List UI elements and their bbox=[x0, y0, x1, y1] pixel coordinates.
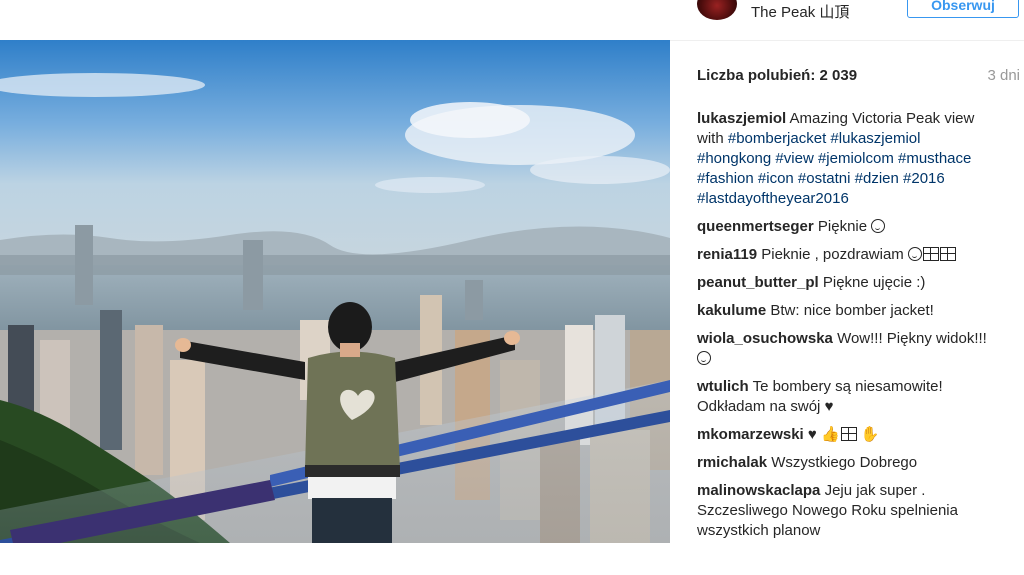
location-link[interactable]: The Peak 山頂 bbox=[751, 1, 849, 22]
post-sidebar: The Peak 山頂 Obserwuj Liczba polubień: 2 … bbox=[670, 0, 1024, 575]
unsupported-emoji-icon bbox=[939, 247, 956, 261]
victoria-peak-image bbox=[0, 40, 670, 543]
caption-username[interactable]: lukaszjemiol bbox=[697, 110, 786, 127]
comment-username[interactable]: renia119 bbox=[697, 246, 757, 263]
comment-text: Wow!!! Piękny widok!!! bbox=[837, 330, 987, 347]
comment: renia119 Pieknie , pozdrawiam bbox=[697, 245, 997, 265]
post-photo[interactable] bbox=[0, 40, 670, 543]
hashtag[interactable]: #jemiolcom bbox=[818, 150, 894, 167]
hashtag[interactable]: #dzien bbox=[855, 170, 899, 187]
comment-username[interactable]: kakulume bbox=[697, 302, 766, 319]
comment: peanut_butter_pl Piękne ujęcie :) bbox=[697, 273, 997, 293]
hashtag[interactable]: #lastdayoftheyear2016 bbox=[697, 190, 849, 207]
post-timestamp[interactable]: 3 dni bbox=[987, 67, 1020, 84]
unsupported-emoji-icon bbox=[840, 427, 857, 441]
hashtag[interactable]: #lukaszjemiol bbox=[830, 130, 920, 147]
comment-text: Wszystkiego Dobrego bbox=[771, 454, 918, 471]
hashtag[interactable]: #icon bbox=[758, 170, 794, 187]
comment-username[interactable]: wiola_osuchowska bbox=[697, 330, 833, 347]
comment-username[interactable]: peanut_butter_pl bbox=[697, 274, 819, 291]
hashtag[interactable]: #2016 bbox=[903, 170, 945, 187]
comment: kakulume Btw: nice bomber jacket! bbox=[697, 301, 997, 321]
comment-username[interactable]: queenmertseger bbox=[697, 218, 814, 235]
comment-text: Btw: nice bomber jacket! bbox=[770, 302, 934, 319]
raised-hand-icon: ✋ bbox=[860, 426, 880, 443]
hashtag[interactable]: #bomberjacket bbox=[728, 130, 826, 147]
smiley-icon bbox=[871, 219, 886, 233]
comment: wiola_osuchowska Wow!!! Piękny widok!!! bbox=[697, 329, 997, 369]
comment: mkomarzewski ♥ 👍 ✋ bbox=[697, 425, 997, 445]
comment-username[interactable]: rmichalak bbox=[697, 454, 767, 471]
comment-text: Pieknie , pozdrawiam bbox=[761, 246, 904, 263]
divider bbox=[670, 40, 1024, 41]
heart-icon: ♥ bbox=[824, 398, 834, 415]
likes-count[interactable]: Liczba polubień: 2 039 bbox=[697, 67, 857, 84]
hashtag[interactable]: #hongkong bbox=[697, 150, 771, 167]
smiley-icon bbox=[697, 351, 711, 365]
follow-button[interactable]: Obserwuj bbox=[907, 0, 1019, 18]
hashtag[interactable]: #musthace bbox=[898, 150, 971, 167]
comment-username[interactable]: wtulich bbox=[697, 378, 749, 395]
comment-text: Pięknie bbox=[817, 218, 868, 235]
caption: lukaszjemiol Amazing Victoria Peak view … bbox=[697, 109, 997, 209]
unsupported-emoji-icon bbox=[922, 247, 939, 261]
post-header: The Peak 山頂 Obserwuj bbox=[670, 0, 1024, 22]
heart-icon: ♥ bbox=[807, 426, 817, 443]
avatar[interactable] bbox=[697, 0, 737, 20]
hashtag[interactable]: #view bbox=[775, 150, 813, 167]
comments-list: lukaszjemiol Amazing Victoria Peak view … bbox=[697, 109, 997, 549]
smiley-icon bbox=[907, 247, 922, 261]
comment-text: Piękne ujęcie :) bbox=[822, 274, 926, 291]
hashtag[interactable]: #fashion bbox=[697, 170, 754, 187]
comment: queenmertseger Pięknie bbox=[697, 217, 997, 237]
comment: wtulich Te bombery są niesamowite! Odkła… bbox=[697, 377, 997, 417]
hashtag[interactable]: #ostatni bbox=[798, 170, 851, 187]
thumbs-up-icon: 👍 bbox=[820, 426, 840, 443]
comment-username[interactable]: malinowskaclapa bbox=[697, 482, 820, 499]
comment: rmichalak Wszystkiego Dobrego bbox=[697, 453, 997, 473]
comment-username[interactable]: mkomarzewski bbox=[697, 426, 804, 443]
comment: malinowskaclapa Jeju jak super . Szczesl… bbox=[697, 481, 997, 541]
